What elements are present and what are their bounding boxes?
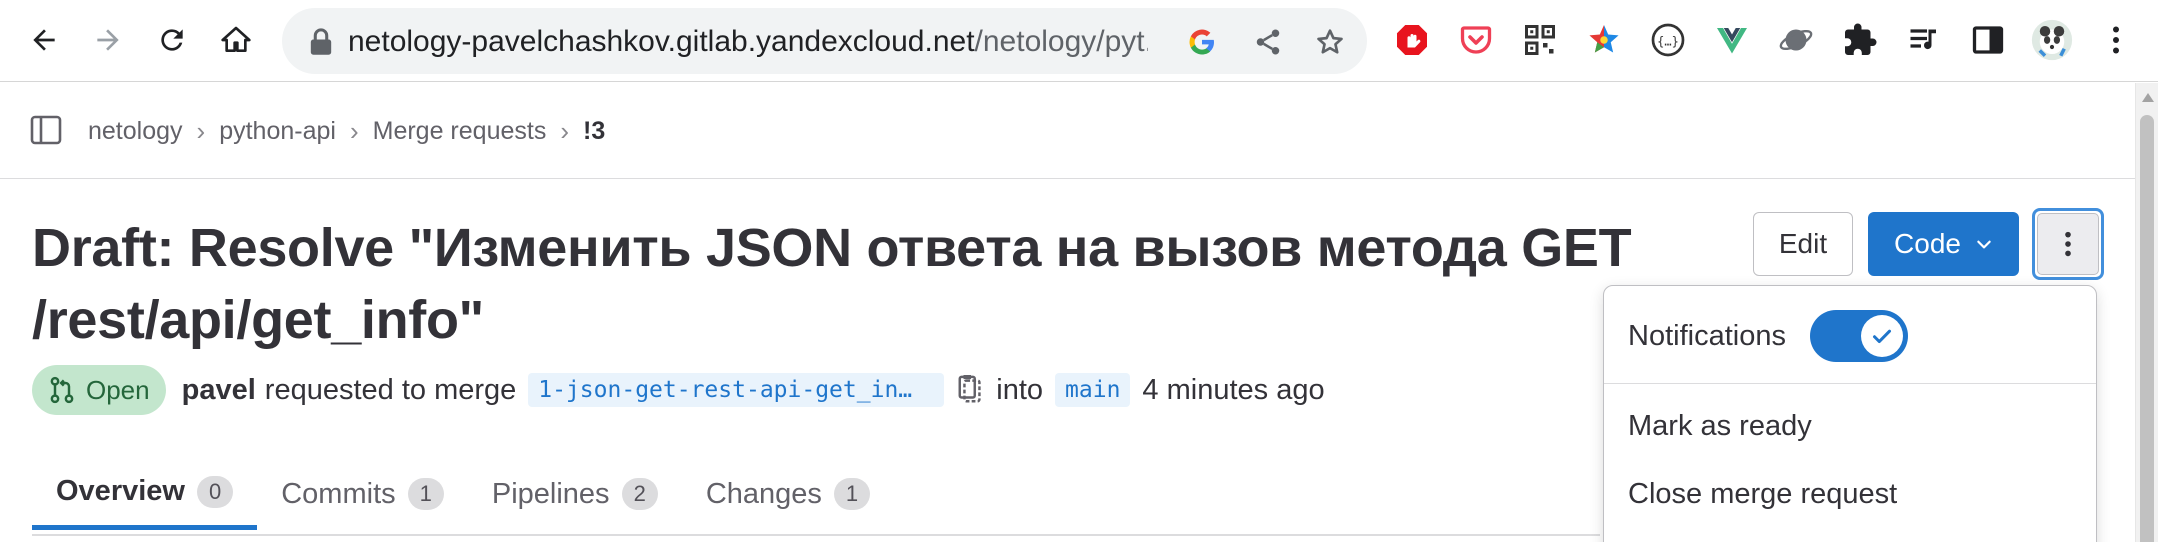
lock-icon[interactable] <box>308 28 334 56</box>
qr-code-icon[interactable] <box>1518 18 1562 62</box>
address-bar[interactable]: netology-pavelchashkov.gitlab.yandexclou… <box>282 8 1367 74</box>
scroll-thumb[interactable] <box>2140 115 2154 542</box>
url-text[interactable]: netology-pavelchashkov.gitlab.yandexclou… <box>348 26 1148 58</box>
tab-overview[interactable]: Overview 0 <box>32 458 258 530</box>
bookmark-star-icon[interactable] <box>1310 22 1350 62</box>
page-scrollbar[interactable] <box>2135 83 2158 542</box>
chevron-down-icon <box>1977 240 1991 249</box>
code-dropdown-button[interactable]: Code <box>1868 212 2019 276</box>
dropdown-divider <box>1604 383 2096 384</box>
close-merge-request-item[interactable]: Close merge request <box>1628 478 1897 511</box>
more-actions-button[interactable] <box>2032 208 2104 280</box>
toggle-knob <box>1861 315 1903 357</box>
share-icon[interactable] <box>1248 22 1288 62</box>
pocket-icon[interactable] <box>1454 18 1498 62</box>
tab-pipelines[interactable]: Pipelines 2 <box>468 458 682 530</box>
tab-label: Commits <box>281 477 396 510</box>
puzzle-extensions-icon[interactable] <box>1838 18 1882 62</box>
google-icon[interactable] <box>1182 22 1222 62</box>
chevron-right-icon: › <box>196 116 206 146</box>
color-star-icon[interactable] <box>1582 18 1626 62</box>
tabs-divider <box>32 534 1600 536</box>
breadcrumb-item-python-api[interactable]: python-api <box>219 116 336 146</box>
tab-count: 1 <box>407 478 444 510</box>
scroll-up-arrow-icon[interactable] <box>2142 93 2154 102</box>
breadcrumb-item-merge-requests[interactable]: Merge requests <box>373 116 547 146</box>
tab-commits[interactable]: Commits 1 <box>257 458 468 530</box>
status-badge: Open <box>32 365 166 415</box>
profile-avatar[interactable] <box>2030 18 2074 62</box>
author-link[interactable]: pavel <box>182 374 256 407</box>
breadcrumb: netology › python-api › Merge requests ›… <box>88 116 605 146</box>
back-icon[interactable] <box>18 14 70 66</box>
chevron-right-icon: › <box>349 116 359 146</box>
tab-label: Overview <box>56 475 185 507</box>
page-title: Draft: Resolve "Изменить JSON ответа на … <box>32 218 1632 350</box>
breadcrumb-item-netology[interactable]: netology <box>88 116 183 146</box>
breadcrumb-item-current[interactable]: !3 <box>583 116 605 146</box>
tab-label: Pipelines <box>491 477 610 510</box>
planet-icon[interactable] <box>1774 18 1818 62</box>
tab-count: 1 <box>833 478 871 510</box>
sidebar-toggle-icon[interactable] <box>30 114 62 146</box>
into-text: into <box>996 373 1044 406</box>
created-time: 4 minutes ago <box>1142 373 1325 406</box>
svg-text:{…}: {…} <box>1657 34 1679 48</box>
target-branch[interactable]: main <box>1055 373 1131 407</box>
tab-count: 0 <box>196 475 234 508</box>
breadcrumb-bar: netology › python-api › Merge requests ›… <box>0 83 2135 179</box>
merge-request-meta: Open pavel requested to merge 1-json-get… <box>32 365 1325 415</box>
mark-as-ready-item[interactable]: Mark as ready <box>1628 410 1812 443</box>
tab-count: 2 <box>621 478 658 510</box>
check-icon <box>1873 329 1891 344</box>
edit-button[interactable]: Edit <box>1753 212 1853 276</box>
merge-request-icon <box>50 376 74 404</box>
action-text: requested to merge <box>264 373 517 406</box>
notifications-label: Notifications <box>1628 320 1786 352</box>
kebab-menu-icon <box>2065 231 2071 257</box>
forward-icon[interactable] <box>82 14 134 66</box>
merge-request-tabs: Overview 0 Commits 1 Pipelines 2 Changes… <box>32 458 894 534</box>
browser-toolbar: netology-pavelchashkov.gitlab.yandexclou… <box>0 0 2158 82</box>
media-queue-icon[interactable] <box>1902 18 1946 62</box>
notifications-toggle[interactable] <box>1810 310 1908 362</box>
browser-menu-icon[interactable] <box>2094 18 2138 62</box>
tab-changes[interactable]: Changes 1 <box>682 458 894 530</box>
tab-label: Changes <box>705 477 822 510</box>
side-panel-icon[interactable] <box>1966 18 2010 62</box>
home-icon[interactable] <box>210 14 262 66</box>
adblock-icon[interactable] <box>1390 18 1434 62</box>
copy-icon[interactable] <box>956 374 986 406</box>
status-badge-label: Open <box>86 374 150 405</box>
code-button-label: Code <box>1894 228 1961 259</box>
chevron-right-icon: › <box>560 116 569 146</box>
json-viewer-icon[interactable]: {…} <box>1646 18 1690 62</box>
vue-devtools-icon[interactable] <box>1710 18 1754 62</box>
source-branch[interactable]: 1-json-get-rest-api-get_in… <box>528 373 945 407</box>
reload-icon[interactable] <box>146 14 198 66</box>
more-actions-dropdown: Notifications Mark as ready Close merge … <box>1603 285 2097 542</box>
